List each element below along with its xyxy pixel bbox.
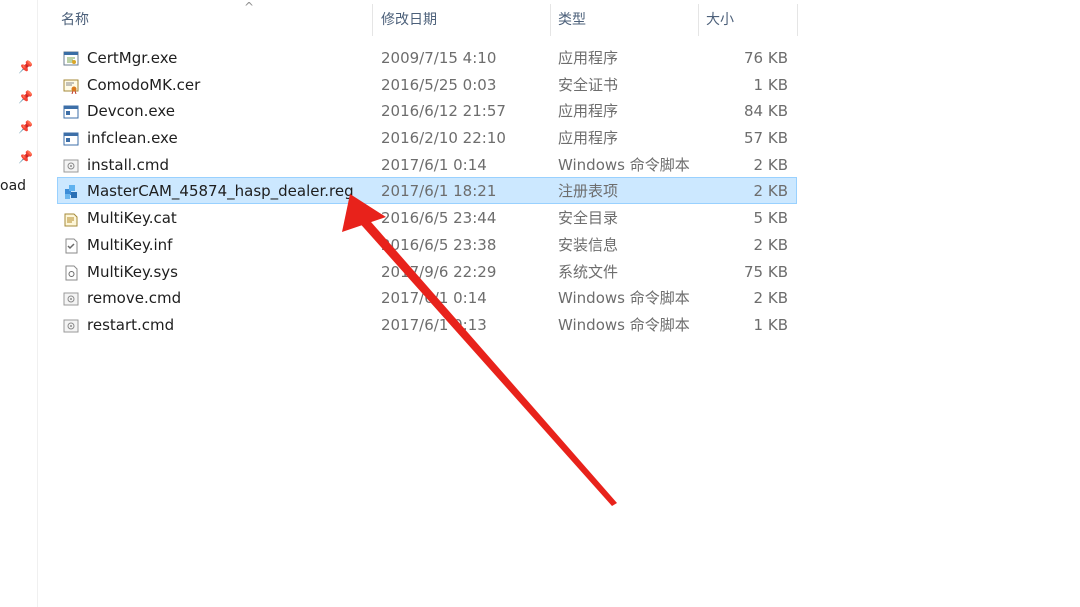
file-size: 1 KB	[753, 315, 788, 334]
file-name: MasterCAM_45874_hasp_dealer.reg	[87, 182, 354, 201]
file-list: CertMgr.exe 2009/7/15 4:10 应用程序 76 KB Comodo…	[57, 44, 797, 338]
file-modified-date: 2016/2/10 22:10	[381, 129, 506, 148]
file-size: 84 KB	[744, 102, 788, 121]
column-header-bar: 名称 ^ 修改日期 类型 大小	[38, 0, 798, 40]
file-type: Windows 命令脚本	[558, 155, 690, 174]
file-row[interactable]: restart.cmd 2017/6/1 0:13 Windows 命令脚本 1 KB	[57, 311, 797, 338]
file-type: 安装信息	[558, 235, 619, 254]
file-row[interactable]: MultiKey.cat 2016/6/5 23:44 安全目录 5 KB	[57, 204, 797, 231]
file-row[interactable]: ComodoMK.cer 2016/5/25 0:03 安全证书 1 KB	[57, 71, 797, 98]
cmd-script-icon	[63, 289, 79, 306]
system-file-icon	[63, 263, 79, 280]
navigation-pane: 📌 📌 📌 📌 oad	[0, 0, 38, 607]
file-modified-date: 2017/6/1 0:14	[381, 289, 487, 308]
pin-icon[interactable]: 📌	[18, 90, 33, 104]
file-type: Windows 命令脚本	[558, 315, 690, 334]
pin-icon[interactable]: 📌	[18, 150, 33, 164]
file-modified-date: 2017/6/1 18:21	[381, 182, 497, 201]
cmd-script-icon	[63, 156, 79, 173]
file-modified-date: 2016/6/5 23:44	[381, 209, 497, 228]
certmgr-exe-icon	[63, 49, 79, 66]
file-name: restart.cmd	[87, 315, 175, 334]
file-row-selected[interactable]: MasterCAM_45874_hasp_dealer.reg 2017/6/1 …	[57, 177, 797, 205]
column-divider[interactable]	[797, 4, 798, 36]
security-catalog-icon	[63, 209, 79, 227]
file-row[interactable]: MultiKey.inf 2016/6/5 23:38 安装信息 2 KB	[57, 231, 797, 258]
file-name: MultiKey.cat	[87, 209, 177, 228]
file-size: 2 KB	[753, 289, 788, 308]
column-divider[interactable]	[698, 4, 699, 36]
file-row[interactable]: CertMgr.exe 2009/7/15 4:10 应用程序 76 KB	[57, 44, 797, 71]
file-name: Devcon.exe	[87, 102, 175, 121]
file-name: MultiKey.sys	[87, 262, 178, 281]
file-modified-date: 2016/6/12 21:57	[381, 102, 506, 121]
file-size: 2 KB	[753, 155, 788, 174]
column-header-type[interactable]: 类型	[558, 0, 586, 40]
file-type: 安全目录	[558, 209, 619, 228]
file-type: 应用程序	[558, 102, 619, 121]
file-modified-date: 2016/6/5 23:38	[381, 235, 497, 254]
sort-ascending-icon: ^	[244, 0, 255, 14]
file-name: ComodoMK.cer	[87, 75, 201, 94]
file-type: 系统文件	[558, 262, 619, 281]
certificate-icon	[63, 76, 79, 94]
cmd-script-icon	[63, 316, 79, 333]
application-icon	[63, 102, 79, 119]
setup-info-icon	[63, 236, 79, 254]
application-icon	[63, 129, 79, 146]
column-header-name[interactable]: 名称	[61, 0, 89, 40]
file-row[interactable]: MultiKey.sys 2017/9/6 22:29 系统文件 75 KB	[57, 258, 797, 285]
file-modified-date: 2009/7/15 4:10	[381, 49, 497, 67]
file-row[interactable]: install.cmd 2017/6/1 0:14 Windows 命令脚本 2 KB	[57, 151, 797, 178]
column-divider[interactable]	[372, 4, 373, 36]
file-size: 2 KB	[753, 182, 788, 201]
file-row[interactable]: infclean.exe 2016/2/10 22:10 应用程序 57 KB	[57, 124, 797, 151]
file-name: install.cmd	[87, 155, 170, 174]
file-modified-date: 2017/6/1 0:13	[381, 315, 487, 334]
file-row[interactable]: Devcon.exe 2016/6/12 21:57 应用程序 84 KB	[57, 97, 797, 124]
file-size: 75 KB	[744, 262, 788, 281]
file-name: infclean.exe	[87, 129, 178, 148]
file-modified-date: 2016/5/25 0:03	[381, 75, 497, 94]
file-type: 安全证书	[558, 75, 619, 94]
file-row[interactable]: remove.cmd 2017/6/1 0:14 Windows 命令脚本 2 KB	[57, 284, 797, 311]
pin-icon[interactable]: 📌	[18, 60, 33, 74]
file-modified-date: 2017/9/6 22:29	[381, 262, 497, 281]
file-name: CertMgr.exe	[87, 49, 178, 67]
file-type: 应用程序	[558, 129, 619, 148]
column-header-date[interactable]: 修改日期	[381, 0, 437, 40]
pin-icon[interactable]: 📌	[18, 120, 33, 134]
file-modified-date: 2017/6/1 0:14	[381, 155, 487, 174]
file-size: 5 KB	[753, 209, 788, 228]
nav-item-download[interactable]: oad	[0, 178, 26, 194]
file-size: 2 KB	[753, 235, 788, 254]
file-size: 57 KB	[744, 129, 788, 148]
file-size: 76 KB	[744, 49, 788, 67]
file-size: 1 KB	[753, 75, 788, 94]
file-name: MultiKey.inf	[87, 235, 173, 254]
registry-icon	[63, 182, 79, 200]
file-type: Windows 命令脚本	[558, 289, 690, 308]
file-name: remove.cmd	[87, 289, 182, 308]
column-header-size[interactable]: 大小	[706, 0, 734, 40]
file-type: 注册表项	[558, 182, 619, 201]
column-divider[interactable]	[550, 4, 551, 36]
file-type: 应用程序	[558, 49, 619, 67]
